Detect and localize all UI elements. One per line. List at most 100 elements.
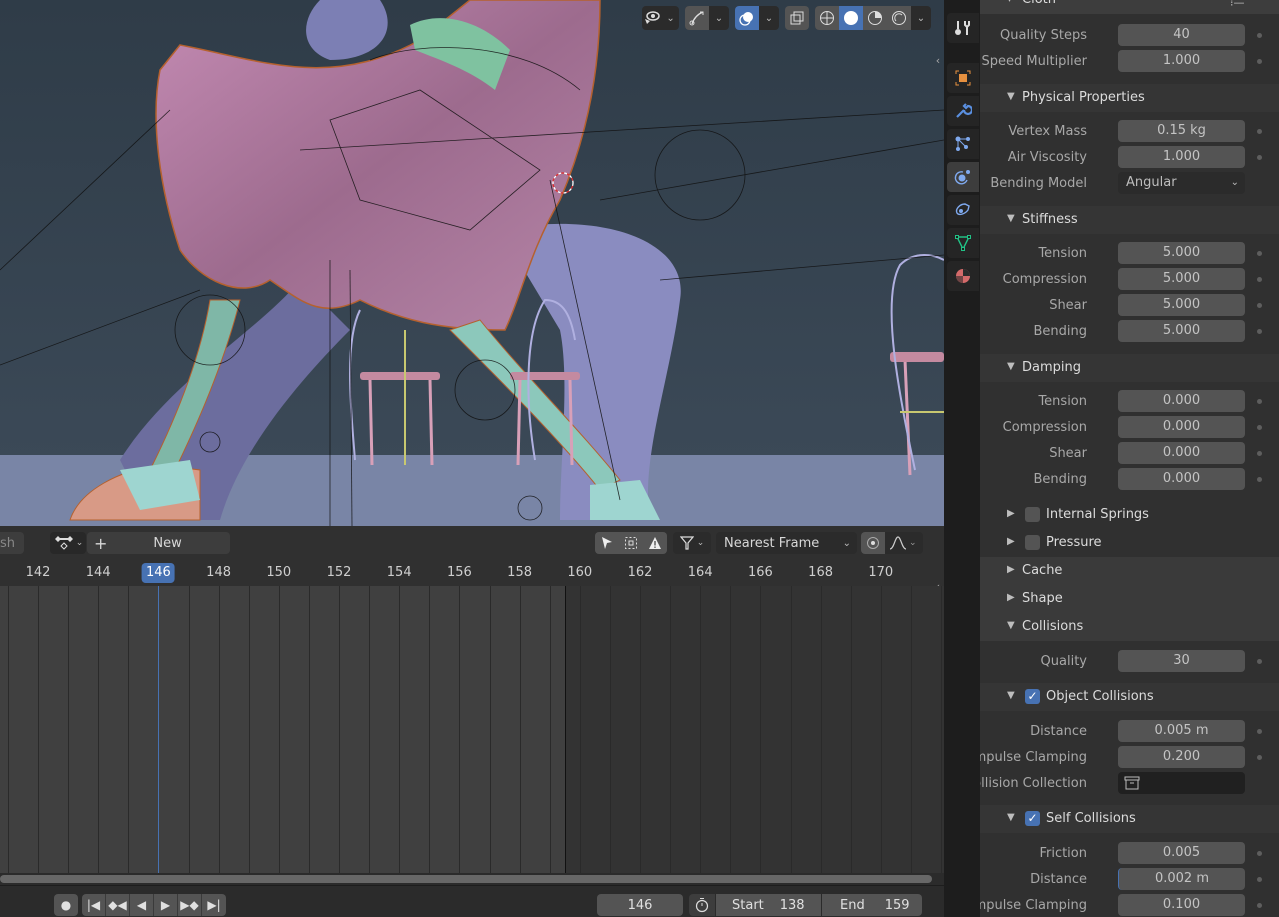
- jump-to-next-keyframe-icon[interactable]: ▶◆: [178, 894, 202, 916]
- current-frame-field[interactable]: 146: [597, 894, 683, 916]
- collision-quality-field[interactable]: 30: [1118, 650, 1245, 672]
- sidebar-expand-arrow-icon[interactable]: ‹: [932, 50, 944, 70]
- horizontal-scrollbar[interactable]: [0, 873, 944, 885]
- pressure-header[interactable]: ▶ Pressure: [980, 529, 1279, 557]
- action-browse-button[interactable]: ⌄: [50, 532, 86, 554]
- only-selected-pointer-icon[interactable]: [595, 532, 619, 554]
- frame-ruler[interactable]: 142 144 146 148 150 152 154 156 158 160 162 164 166 1…: [0, 560, 944, 586]
- keyframe-dot-icon[interactable]: [1257, 877, 1262, 882]
- gizmo-dropdown-chevron-icon[interactable]: ⌄: [709, 6, 729, 30]
- only-errors-warning-icon[interactable]: [643, 532, 667, 554]
- keyframe-dot-icon[interactable]: [1257, 303, 1262, 308]
- quality-steps-field[interactable]: 40: [1118, 24, 1245, 46]
- internal-springs-checkbox[interactable]: [1025, 507, 1040, 522]
- keyframe-dot-icon[interactable]: [1257, 659, 1262, 664]
- jump-to-start-icon[interactable]: |◀: [82, 894, 106, 916]
- keyframe-dot-icon[interactable]: [1257, 399, 1262, 404]
- object-collisions-header[interactable]: ▼ ✓ Object Collisions: [980, 683, 1279, 711]
- self-collisions-header[interactable]: ▼ ✓ Self Collisions: [980, 805, 1279, 833]
- keyframe-dot-icon[interactable]: [1257, 251, 1262, 256]
- scrollbar-thumb[interactable]: [0, 875, 932, 883]
- tab-tool[interactable]: [947, 13, 979, 43]
- object-distance-field[interactable]: 0.005 m: [1118, 720, 1245, 742]
- object-collisions-checkbox[interactable]: ✓: [1025, 689, 1040, 704]
- stiffness-field[interactable]: 5.000: [1118, 268, 1245, 290]
- tab-modifiers[interactable]: [947, 96, 979, 126]
- properties-editor[interactable]: ▾ Cloth ⁝— ⋯ Quality Steps 40 Speed Mult…: [980, 0, 1279, 917]
- damping-field[interactable]: 0.000: [1118, 416, 1245, 438]
- start-frame-field[interactable]: Start 138: [716, 894, 821, 916]
- stiffness-field[interactable]: 5.000: [1118, 294, 1245, 316]
- keyframe-dot-icon[interactable]: [1257, 33, 1262, 38]
- show-hidden-box-icon[interactable]: [619, 532, 643, 554]
- xray-toggle-icon[interactable]: [785, 6, 809, 30]
- end-frame-field[interactable]: End 159: [822, 894, 922, 916]
- auto-keying-record-icon[interactable]: ●: [54, 894, 78, 916]
- panel-drag-handle-icon[interactable]: ⋯: [1256, 0, 1267, 3]
- keyframe-dot-icon[interactable]: [1257, 477, 1262, 482]
- keyframe-dot-icon[interactable]: [1257, 277, 1262, 282]
- current-frame-indicator[interactable]: 146: [141, 563, 175, 583]
- air-viscosity-field[interactable]: 1.000: [1118, 146, 1245, 168]
- shading-dropdown-chevron-icon[interactable]: ⌄: [911, 6, 931, 30]
- keyframe-area[interactable]: [0, 586, 944, 873]
- keyframe-dot-icon[interactable]: [1257, 755, 1262, 760]
- self-collisions-checkbox[interactable]: ✓: [1025, 811, 1040, 826]
- tab-material[interactable]: [947, 261, 979, 291]
- tab-constraints[interactable]: [947, 195, 979, 225]
- jump-to-previous-keyframe-icon[interactable]: ◆◀: [106, 894, 130, 916]
- proportional-editing-toggle-icon[interactable]: [861, 532, 885, 554]
- shape-header[interactable]: ▶ Shape: [980, 585, 1279, 613]
- keyframe-dot-icon[interactable]: [1257, 903, 1262, 908]
- wireframe-shading-icon[interactable]: [815, 6, 839, 30]
- filters-button[interactable]: ⌄: [673, 532, 711, 554]
- mode-selector-clipped[interactable]: sh: [0, 532, 24, 554]
- vertex-mass-field[interactable]: 0.15 kg: [1118, 120, 1245, 142]
- rendered-shading-icon[interactable]: [887, 6, 911, 30]
- presets-list-icon[interactable]: ⁝—: [1230, 0, 1245, 9]
- tab-object[interactable]: [947, 63, 979, 93]
- 3d-viewport[interactable]: ⌄ ⌄ ⌄ ⌄ ‹: [0, 0, 944, 526]
- self-impulse-clamping-field[interactable]: 0.100: [1118, 894, 1245, 916]
- self-friction-field[interactable]: 0.005: [1118, 842, 1245, 864]
- stiffness-header[interactable]: ▼ Stiffness: [980, 206, 1279, 234]
- visibility-dropdown-chevron-icon[interactable]: ⌄: [662, 6, 679, 30]
- keyframe-dot-icon[interactable]: [1257, 59, 1262, 64]
- snap-mode-dropdown[interactable]: Nearest Frame ⌄: [716, 532, 857, 554]
- jump-to-end-icon[interactable]: ▶|: [202, 894, 226, 916]
- playhead-line[interactable]: [158, 586, 159, 873]
- collision-collection-field[interactable]: [1118, 772, 1245, 794]
- overlays-toggle-icon[interactable]: [735, 6, 759, 30]
- cloth-panel-header[interactable]: ▾ Cloth ⁝— ⋯: [980, 0, 1279, 14]
- material-preview-shading-icon[interactable]: [863, 6, 887, 30]
- keyframe-dot-icon[interactable]: [1257, 329, 1262, 334]
- falloff-dropdown[interactable]: ⌄: [885, 536, 917, 550]
- damping-field[interactable]: 0.000: [1118, 442, 1245, 464]
- physical-properties-header[interactable]: ▼ Physical Properties: [980, 84, 1279, 112]
- stiffness-field[interactable]: 5.000: [1118, 242, 1245, 264]
- keyframe-dot-icon[interactable]: [1257, 425, 1262, 430]
- keyframe-dot-icon[interactable]: [1257, 155, 1262, 160]
- solid-shading-icon[interactable]: [839, 6, 863, 30]
- new-action-button[interactable]: + New: [87, 532, 230, 554]
- tab-physics[interactable]: [947, 162, 979, 192]
- bending-model-dropdown[interactable]: Angular ⌄: [1118, 172, 1245, 194]
- keyframe-dot-icon[interactable]: [1257, 451, 1262, 456]
- object-impulse-clamping-field[interactable]: 0.200: [1118, 746, 1245, 768]
- tab-data[interactable]: [947, 228, 979, 258]
- play-icon[interactable]: ▶: [154, 894, 178, 916]
- collisions-header[interactable]: ▼ Collisions: [980, 613, 1279, 641]
- speed-multiplier-field[interactable]: 1.000: [1118, 50, 1245, 72]
- damping-field[interactable]: 0.000: [1118, 468, 1245, 490]
- gizmo-toggle-icon[interactable]: [685, 6, 709, 30]
- internal-springs-header[interactable]: ▶ Internal Springs: [980, 501, 1279, 529]
- play-reverse-icon[interactable]: ◀: [130, 894, 154, 916]
- overlays-dropdown-chevron-icon[interactable]: ⌄: [759, 6, 779, 30]
- damping-header[interactable]: ▼ Damping: [980, 354, 1279, 382]
- keyframe-dot-icon[interactable]: [1257, 729, 1262, 734]
- tab-particles[interactable]: [947, 129, 979, 159]
- damping-field[interactable]: 0.000: [1118, 390, 1245, 412]
- preview-range-toggle[interactable]: [689, 894, 715, 916]
- keyframe-dot-icon[interactable]: [1257, 129, 1262, 134]
- visibility-eye-icon[interactable]: [642, 6, 662, 30]
